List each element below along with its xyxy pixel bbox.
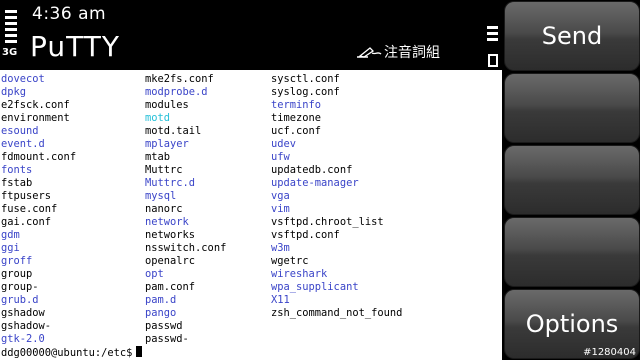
- file-entry: mke2fs.conf: [145, 73, 214, 85]
- file-entry: ufw: [271, 151, 290, 163]
- app-title: PuTTY: [30, 30, 120, 63]
- battery-icon: [486, 26, 500, 68]
- file-entry: fdmount.conf: [1, 151, 77, 163]
- file-entry: gshadow: [1, 307, 45, 319]
- file-entry: pam.d: [145, 294, 177, 306]
- file-entry: motd.tail: [145, 125, 202, 137]
- file-entry: passwd-: [145, 333, 189, 345]
- file-entry: X11: [271, 294, 290, 306]
- file-column-2: mke2fs.conf modprobe.d modules motd motd.tai…: [145, 73, 226, 346]
- file-entry: w3m: [271, 242, 290, 254]
- file-entry: environment: [1, 112, 70, 124]
- file-entry: ucf.conf: [271, 125, 322, 137]
- file-entry: dpkg: [1, 86, 27, 98]
- file-entry: sysctl.conf: [271, 73, 340, 85]
- terminal-window[interactable]: dovecot dpkg e2fsck.conf environment esound e…: [0, 70, 502, 360]
- file-entry: ftpusers: [1, 190, 52, 202]
- file-entry: modules: [145, 99, 189, 111]
- text-cursor: [136, 346, 143, 357]
- file-column-3: sysctl.conf syslog.conf terminfo timezone uc…: [271, 73, 402, 320]
- options-button-label: Options: [525, 310, 619, 338]
- shell-prompt-line[interactable]: ddg00000@ubuntu:/etc$: [1, 346, 143, 360]
- file-entry: vga: [271, 190, 290, 202]
- file-entry: updatedb.conf: [271, 164, 353, 176]
- file-entry: Muttrc.d: [145, 177, 196, 189]
- file-entry: fonts: [1, 164, 33, 176]
- file-entry: modprobe.d: [145, 86, 208, 98]
- file-entry: fuse.conf: [1, 203, 58, 215]
- input-mode-label: 注音詞組: [384, 45, 440, 61]
- file-entry: gtk-2.0: [1, 333, 45, 345]
- file-entry: vsftpd.chroot_list: [271, 216, 384, 228]
- file-entry: nsswitch.conf: [145, 242, 227, 254]
- file-entry: syslog.conf: [271, 86, 340, 98]
- file-entry: wireshark: [271, 268, 328, 280]
- file-entry: Muttrc: [145, 164, 183, 176]
- file-entry: groff: [1, 255, 33, 267]
- pen-input-icon: [357, 47, 382, 58]
- file-entry: wpa_supplicant: [271, 281, 359, 293]
- send-button[interactable]: Send: [504, 1, 640, 71]
- file-entry: vim: [271, 203, 290, 215]
- softkey-4[interactable]: [504, 217, 640, 287]
- file-entry: timezone: [271, 112, 322, 124]
- input-mode-indicator: 注音詞組: [356, 42, 440, 62]
- status-bar: 3G 4:36 am PuTTY 注音詞組: [0, 0, 502, 70]
- file-entry: ggi: [1, 242, 20, 254]
- file-entry: esound: [1, 125, 39, 137]
- file-entry: group: [1, 268, 33, 280]
- file-entry: pango: [145, 307, 177, 319]
- file-entry: gdm: [1, 229, 20, 241]
- file-entry: update-manager: [271, 177, 359, 189]
- signal-strength-icon: [3, 8, 17, 68]
- file-entry: dovecot: [1, 73, 45, 85]
- softkey-panel: Send Options #1280404: [502, 0, 640, 360]
- softkey-3[interactable]: [504, 145, 640, 215]
- send-button-label: Send: [541, 22, 603, 50]
- file-entry: gai.conf: [1, 216, 52, 228]
- file-entry: opt: [145, 268, 164, 280]
- file-entry: pam.conf: [145, 281, 196, 293]
- file-entry: mplayer: [145, 138, 189, 150]
- clock: 4:36 am: [32, 4, 107, 24]
- shell-prompt: ddg00000@ubuntu:/etc$: [1, 347, 133, 359]
- file-entry: udev: [271, 138, 297, 150]
- file-entry: event.d: [1, 138, 45, 150]
- file-entry: group-: [1, 281, 39, 293]
- file-entry: motd: [145, 112, 171, 124]
- file-entry: nanorc: [145, 203, 183, 215]
- file-entry: mtab: [145, 151, 171, 163]
- file-column-1: dovecot dpkg e2fsck.conf environment esound e…: [1, 73, 76, 346]
- file-entry: openalrc: [145, 255, 196, 267]
- file-entry: passwd: [145, 320, 183, 332]
- file-entry: vsftpd.conf: [271, 229, 340, 241]
- file-entry: fstab: [1, 177, 33, 189]
- file-entry: terminfo: [271, 99, 322, 111]
- file-entry: mysql: [145, 190, 177, 202]
- file-entry: e2fsck.conf: [1, 99, 70, 111]
- file-entry: zsh_command_not_found: [271, 307, 403, 319]
- watermark: #1280404: [583, 347, 636, 358]
- softkey-2[interactable]: [504, 73, 640, 143]
- file-entry: grub.d: [1, 294, 39, 306]
- network-type-label: 3G: [2, 47, 18, 58]
- file-entry: wgetrc: [271, 255, 309, 267]
- file-entry: gshadow-: [1, 320, 52, 332]
- file-entry: network: [145, 216, 189, 228]
- file-entry: networks: [145, 229, 196, 241]
